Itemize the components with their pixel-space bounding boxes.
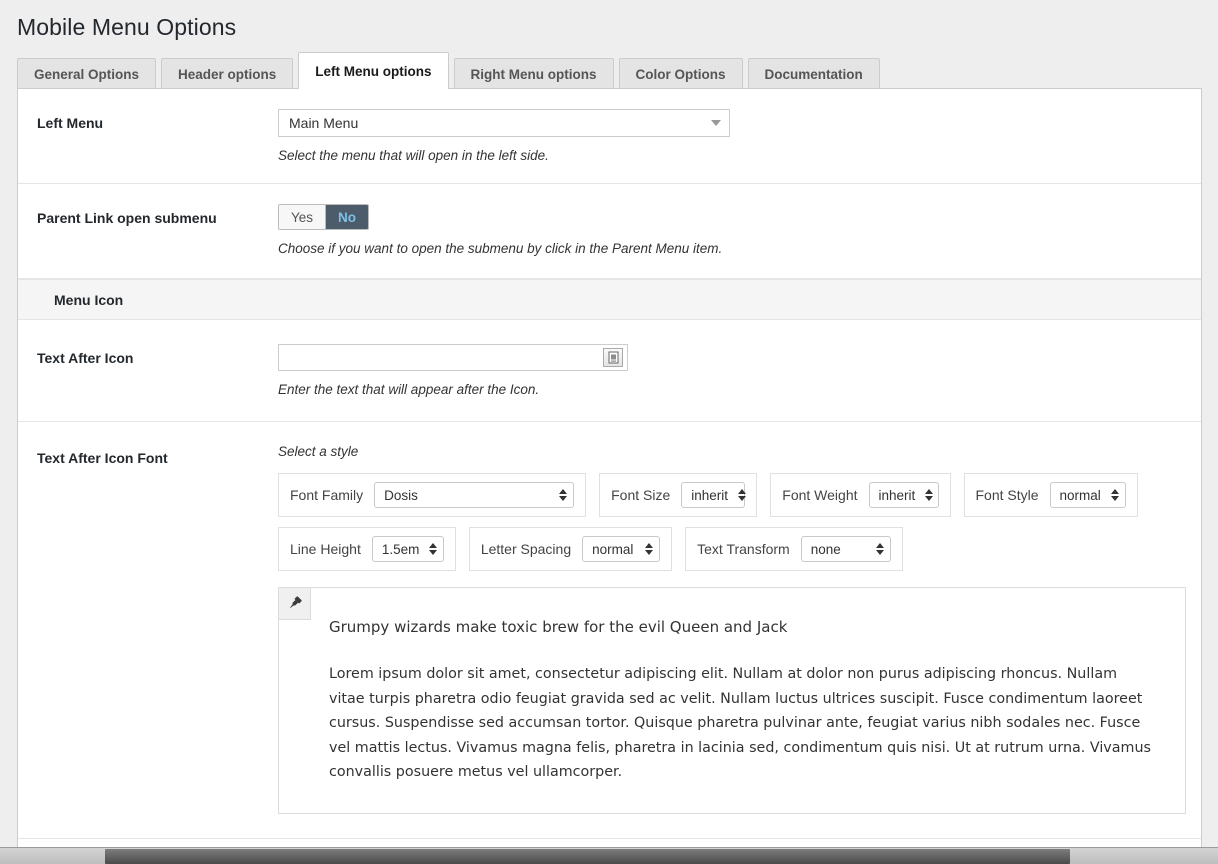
font-style-group: Font Style normal xyxy=(963,473,1138,517)
options-panel: Left Menu Main Menu Select the menu that… xyxy=(17,88,1202,858)
left-menu-control-col: Main Menu Select the menu that will open… xyxy=(278,105,1201,163)
text-after-icon-font-control-col: Select a style Font Family Dosis Font Si… xyxy=(278,440,1201,814)
stepper-arrows-icon xyxy=(866,543,884,555)
parent-link-label: Parent Link open submenu xyxy=(37,210,217,226)
font-family-group: Font Family Dosis xyxy=(278,473,587,517)
parent-link-option-no[interactable]: No xyxy=(325,205,369,229)
font-size-select[interactable]: inherit xyxy=(681,482,747,508)
left-menu-description: Select the menu that will open in the le… xyxy=(278,148,549,163)
text-transform-value: none xyxy=(810,541,841,557)
text-after-icon-label-col: Text After Icon xyxy=(18,340,278,397)
tab-general-options[interactable]: General Options xyxy=(17,58,157,89)
letter-spacing-select[interactable]: normal xyxy=(582,536,661,562)
parent-link-description: Choose if you want to open the submenu b… xyxy=(278,241,723,256)
font-control-row-2: Line Height 1.5em Letter Spacing normal xyxy=(278,527,1186,571)
row-left-menu: Left Menu Main Menu Select the menu that… xyxy=(18,89,1201,184)
tab-label: Header options xyxy=(178,66,277,82)
text-transform-label: Text Transform xyxy=(697,541,790,557)
font-weight-value: inherit xyxy=(878,487,916,503)
text-after-icon-control-col: Enter the text that will appear after th… xyxy=(278,340,1201,397)
letter-spacing-value: normal xyxy=(592,541,634,557)
text-after-icon-font-label-col: Text After Icon Font xyxy=(18,440,278,814)
tab-label: Left Menu options xyxy=(315,63,432,79)
horizontal-scrollbar-thumb[interactable] xyxy=(105,849,1070,864)
font-style-label: Font Style xyxy=(975,487,1039,503)
parent-link-option-yes[interactable]: Yes xyxy=(279,205,326,229)
select-a-style-hint: Select a style xyxy=(278,444,359,459)
font-control-groups: Font Family Dosis Font Size inherit Font… xyxy=(278,473,1186,571)
parent-link-control-col: Yes No Choose if you want to open the su… xyxy=(278,200,1201,256)
row-text-after-icon: Text After Icon Enter the text that will… xyxy=(18,320,1201,422)
text-after-icon-description: Enter the text that will appear after th… xyxy=(278,382,540,397)
chevron-down-icon xyxy=(711,120,721,126)
section-header-menu-icon: Menu Icon xyxy=(18,279,1201,320)
font-weight-select[interactable]: inherit xyxy=(868,482,939,508)
left-menu-label: Left Menu xyxy=(37,115,104,131)
font-size-group: Font Size inherit xyxy=(599,473,758,517)
stepper-arrows-icon xyxy=(419,543,438,555)
tab-label: Color Options xyxy=(635,66,726,82)
left-menu-label-col: Left Menu xyxy=(18,105,278,163)
line-height-select[interactable]: 1.5em xyxy=(371,536,444,562)
font-style-select[interactable]: normal xyxy=(1049,482,1126,508)
tab-label: Documentation xyxy=(764,66,863,82)
letter-spacing-group: Letter Spacing normal xyxy=(468,527,673,571)
font-style-value: normal xyxy=(1059,487,1101,503)
section-header-label: Menu Icon xyxy=(54,291,124,308)
text-after-icon-input-wrap xyxy=(278,344,628,371)
row-text-after-icon-font: Text After Icon Font Select a style Font… xyxy=(18,422,1201,839)
page-root: Mobile Menu Options General Options Head… xyxy=(0,0,1218,864)
tab-bar: General Options Header options Left Menu… xyxy=(17,52,880,89)
row-parent-link-open-submenu: Parent Link open submenu Yes No Choose i… xyxy=(18,184,1201,279)
tab-right-menu-options[interactable]: Right Menu options xyxy=(453,58,614,89)
line-height-value: 1.5em xyxy=(381,541,420,557)
font-family-label: Font Family xyxy=(290,487,364,503)
parent-link-label-col: Parent Link open submenu xyxy=(18,200,278,256)
stepper-arrows-icon xyxy=(635,543,654,555)
left-menu-select[interactable]: Main Menu xyxy=(278,109,730,137)
preview-body: Lorem ipsum dolor sit amet, consectetur … xyxy=(329,666,1151,781)
tab-documentation[interactable]: Documentation xyxy=(747,58,880,89)
page-title: Mobile Menu Options xyxy=(17,14,237,40)
text-after-icon-input[interactable] xyxy=(279,345,603,370)
pin-icon[interactable] xyxy=(279,588,311,620)
tab-left-menu-options[interactable]: Left Menu options xyxy=(298,52,449,89)
font-size-label: Font Size xyxy=(611,487,671,503)
stepper-arrows-icon xyxy=(728,489,747,501)
font-weight-group: Font Weight inherit xyxy=(770,473,951,517)
horizontal-scrollbar[interactable] xyxy=(0,847,1218,864)
text-transform-select[interactable]: none xyxy=(800,536,891,562)
font-control-row-1: Font Family Dosis Font Size inherit Font… xyxy=(278,473,1186,517)
text-transform-group: Text Transform none xyxy=(685,527,903,571)
preview-heading: Grumpy wizards make toxic brew for the e… xyxy=(329,618,788,636)
font-size-value: inherit xyxy=(691,487,729,503)
tab-label: Right Menu options xyxy=(470,66,597,82)
parent-link-toggle: Yes No xyxy=(278,204,370,230)
line-height-group: Line Height 1.5em xyxy=(278,527,456,571)
font-family-value: Dosis xyxy=(384,487,418,503)
font-preview-box: Grumpy wizards make toxic brew for the e… xyxy=(278,587,1186,814)
left-menu-select-value: Main Menu xyxy=(289,115,359,131)
font-weight-label: Font Weight xyxy=(782,487,858,503)
stepper-arrows-icon xyxy=(1101,489,1119,501)
tab-header-options[interactable]: Header options xyxy=(161,58,294,89)
tab-label: General Options xyxy=(34,66,140,82)
text-after-icon-font-label: Text After Icon Font xyxy=(37,450,168,466)
line-height-label: Line Height xyxy=(290,541,361,557)
stepper-arrows-icon xyxy=(549,489,568,501)
font-family-select[interactable]: Dosis xyxy=(374,482,575,508)
text-after-icon-label: Text After Icon xyxy=(37,350,134,366)
letter-spacing-label: Letter Spacing xyxy=(480,541,572,557)
tab-color-options[interactable]: Color Options xyxy=(618,58,743,89)
stepper-arrows-icon xyxy=(915,489,934,501)
media-upload-icon[interactable] xyxy=(603,348,623,367)
